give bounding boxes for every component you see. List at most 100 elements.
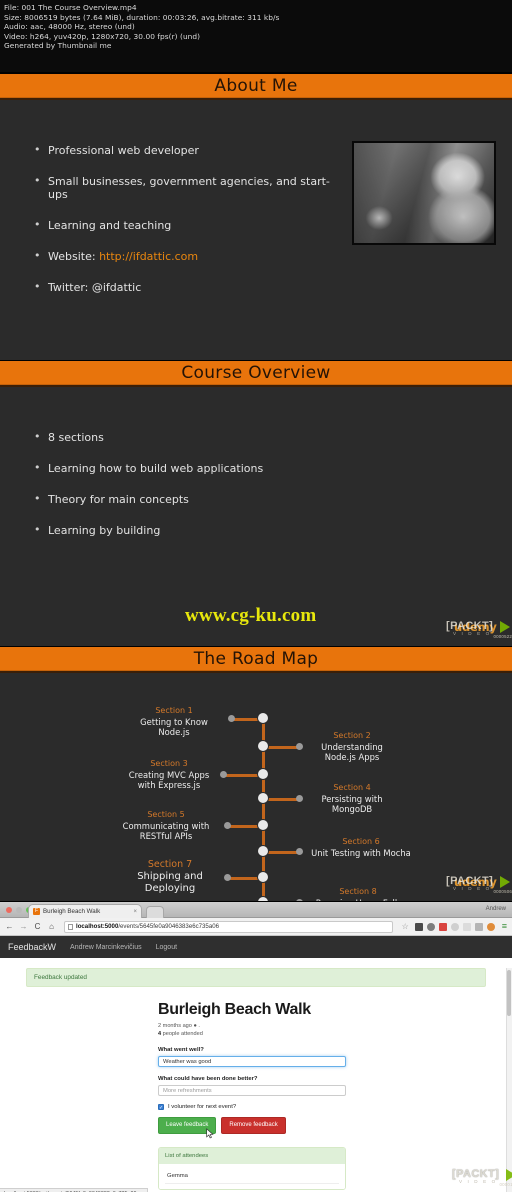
video-wordmark: V I D E O: [453, 886, 492, 891]
label-what-went-well: What went well?: [158, 1047, 204, 1053]
overview-bullet-2: Learning how to build web applications: [30, 461, 370, 475]
section-1-line-1: Getting to Know: [140, 716, 208, 727]
video-wordmark: V I D E O: [459, 1179, 498, 1184]
hub-node-1: [258, 713, 268, 723]
hub-node-4: [258, 793, 268, 803]
section-5-label: Section 5: [147, 810, 185, 819]
volunteer-checkbox[interactable]: ✓: [158, 1104, 164, 1111]
packt-udemy-watermark-3: [PACKT] udemy V I D E O 0000506: [446, 871, 512, 897]
roadmap-label-section-2: Section 2 Understanding Node.js Apps: [300, 731, 404, 763]
thumbnail-sheet: File: 001 The Course Overview.mp4 Size: …: [0, 0, 512, 1192]
browser-toolbar: ← → C ⌂ localhost:5000/events/5645fe0a90…: [0, 918, 512, 936]
endpoint-7: [224, 874, 231, 881]
endpoint-1: [228, 715, 235, 722]
section-6-line-1: Unit Testing with Mocha: [311, 847, 411, 858]
roadmap-label-section-7: Section 7 Shipping and Deploying: [118, 859, 222, 895]
remove-feedback-button[interactable]: Remove feedback: [221, 1117, 286, 1134]
app-page-content: Feedback updated Burleigh Beach Walk 2 m…: [0, 968, 512, 1192]
volunteer-label: I volunteer for next event?: [168, 1104, 237, 1110]
watermark-code-3: 0000506: [493, 889, 512, 894]
new-tab-button[interactable]: [146, 906, 164, 918]
extension-icon-4[interactable]: [450, 922, 459, 931]
presenter-photo: [352, 141, 496, 245]
home-icon[interactable]: ⌂: [47, 922, 56, 931]
section-2-line-1: Understanding: [321, 741, 383, 752]
section-5-line-1: Communicating with: [122, 820, 210, 831]
minimize-window-icon[interactable]: [16, 907, 22, 913]
cgku-watermark: www.cg-ku.com: [185, 605, 317, 626]
section-6-label: Section 6: [342, 837, 380, 846]
tab-close-icon[interactable]: ×: [133, 909, 137, 915]
input-what-went-well[interactable]: Weather was good: [158, 1056, 346, 1067]
meta-line-size: Size: 8006519 bytes (7.64 MiB), duration…: [4, 12, 280, 22]
chrome-profile-label[interactable]: Andrew: [486, 906, 506, 912]
meta-line-video: Video: h264, yuv420p, 1280x720, 30.00 fp…: [4, 31, 201, 41]
roadmap-label-section-8: Section 8 Ramping Up on Full- Stack Java…: [298, 887, 418, 901]
slide-1-title-bar: About Me: [0, 74, 512, 100]
section-1-label: Section 1: [155, 706, 193, 715]
extension-icon-7[interactable]: [486, 922, 495, 931]
forward-icon[interactable]: →: [19, 922, 28, 931]
slide-3-title: The Road Map: [193, 649, 319, 669]
slide-2-title-bar: Course Overview: [0, 361, 512, 387]
section-3-line-1: Creating MVC Apps: [128, 769, 210, 780]
endpoint-5: [224, 822, 231, 829]
close-window-icon[interactable]: [6, 907, 12, 913]
browser-title-bar: F Burleigh Beach Walk × Andrew: [0, 902, 512, 918]
extension-icon-1[interactable]: [414, 922, 423, 931]
page-scrollbar-track[interactable]: [506, 968, 512, 1192]
section-4-line-2: MongoDB: [331, 804, 373, 814]
list-item[interactable]: Gemma: [165, 1169, 339, 1184]
browser-tab[interactable]: F Burleigh Beach Walk ×: [28, 904, 142, 918]
volunteer-checkbox-row[interactable]: ✓ I volunteer for next event?: [158, 1104, 512, 1111]
input-what-better[interactable]: More refreshments: [158, 1085, 346, 1096]
attendee-count-text: people attended: [161, 1030, 203, 1037]
address-bar[interactable]: localhost:5000/events/5645fe0a9046383e6c…: [64, 920, 393, 933]
url-host: localhost:5000: [76, 923, 119, 930]
extension-icon-5[interactable]: [462, 922, 471, 931]
about-website-link[interactable]: http://ifdattic.com: [99, 250, 198, 263]
packt-watermark-4: [PACKT] V I D E O 0000165: [452, 1164, 512, 1190]
extension-icon-2[interactable]: [426, 922, 435, 931]
watermark-code-2: 0000522: [493, 634, 512, 639]
event-title: Burleigh Beach Walk: [158, 1001, 311, 1018]
extension-icon-6[interactable]: [474, 922, 483, 931]
section-4-line-1: Persisting with: [321, 793, 383, 804]
hub-node-2: [258, 741, 268, 751]
page-info-icon[interactable]: [68, 923, 73, 930]
section-3-label: Section 3: [150, 759, 188, 768]
play-arrow-icon: [506, 1169, 512, 1181]
chrome-menu-icon[interactable]: ≡: [502, 922, 507, 931]
browser-screenshot-slide: F Burleigh Beach Walk × Andrew ← → C ⌂ l…: [0, 902, 512, 1192]
meta-line-file: File: 001 The Course Overview.mp4: [4, 3, 137, 12]
page-scrollbar-thumb[interactable]: [507, 970, 511, 1016]
reload-icon[interactable]: C: [33, 922, 42, 931]
about-bullet-4: Website: http://ifdattic.com: [30, 249, 330, 263]
event-detail-content: Burleigh Beach Walk 2 months ago ● . 4 p…: [0, 987, 512, 1190]
section-8-label: Section 8: [339, 887, 377, 896]
meta-line-generator: Generated by Thumbnail me: [4, 41, 112, 51]
back-icon[interactable]: ←: [5, 922, 14, 931]
favicon-icon: F: [33, 908, 40, 915]
event-attendance: 4 people attended: [158, 1031, 512, 1039]
section-7-line-1: Shipping and: [137, 870, 203, 882]
slide-about-me: About Me Professional web developer Smal…: [0, 74, 512, 360]
attendees-panel-body: Gemma: [159, 1164, 345, 1189]
slide-2-title: Course Overview: [181, 363, 331, 383]
section-5-line-2: RESTful APIs: [139, 831, 193, 841]
video-wordmark: V I D E O: [453, 631, 492, 636]
section-7-label: Section 7: [147, 859, 193, 870]
roadmap-diagram: Section 1 Getting to Know Node.js Sectio…: [0, 673, 512, 901]
hub-node-5: [258, 820, 268, 830]
alert-feedback-updated: Feedback updated: [26, 968, 486, 987]
about-bullet-5: Twitter: @ifdattic: [30, 280, 330, 294]
video-metadata-header: File: 001 The Course Overview.mp4 Size: …: [0, 0, 512, 72]
app-brand[interactable]: FeedbackW: [8, 942, 56, 952]
navbar-user-link[interactable]: Andrew Marcinkevičius: [70, 944, 142, 951]
about-website-label: Website:: [48, 250, 100, 263]
navbar-logout-link[interactable]: Logout: [156, 944, 177, 951]
browser-status-bar: localhost:5000/api/events/5645fe0a904638…: [0, 1188, 148, 1192]
url-path: /events/5645fe0a9046383e6c735a06: [118, 923, 219, 930]
extension-icon-3[interactable]: [438, 922, 447, 931]
bookmark-star-icon[interactable]: ☆: [401, 922, 410, 931]
